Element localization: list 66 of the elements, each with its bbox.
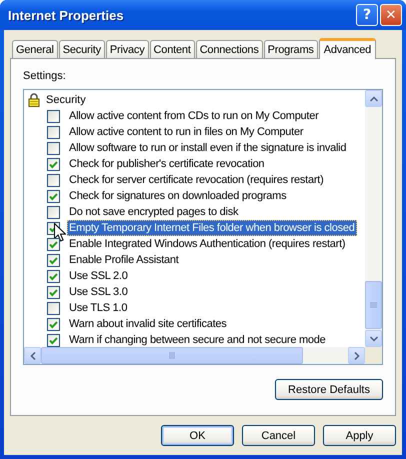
setting-label[interactable]: Warn if changing between secure and not secure mode (67, 332, 328, 347)
checkbox[interactable] (47, 302, 60, 314)
checkmark-icon (48, 334, 59, 346)
mouse-pointer-icon (54, 223, 66, 242)
lock-icon (28, 93, 40, 107)
tab[interactable]: Security (58, 40, 105, 58)
setting-label[interactable]: Warn about invalid site certificates (67, 316, 228, 332)
setting-label[interactable]: Enable Profile Assistant (67, 252, 181, 268)
grip-icon (370, 302, 377, 308)
tab[interactable]: Programs (264, 40, 318, 58)
scroll-down-button[interactable] (365, 330, 382, 347)
setting-label[interactable]: Check for server certificate revocation (requires restart) (67, 172, 326, 188)
checkmark-icon (48, 190, 59, 202)
tab[interactable]: Content (150, 40, 195, 58)
dialog-button[interactable]: Cancel (242, 425, 315, 446)
window-title: Internet Properties (8, 8, 124, 22)
checkmark-icon (48, 158, 59, 170)
checkbox[interactable] (47, 286, 60, 298)
dialog-button[interactable]: Apply (323, 425, 396, 446)
ok-button[interactable]: OK (161, 425, 234, 446)
checkbox[interactable] (47, 254, 60, 266)
scroll-left-button[interactable] (24, 347, 41, 364)
setting-label[interactable]: Use SSL 2.0 (67, 268, 130, 284)
checkbox[interactable] (47, 126, 60, 138)
setting-label[interactable]: Enable Integrated Windows Authentication (requires restart) (67, 236, 348, 252)
checkmark-icon (48, 318, 59, 330)
checkbox[interactable] (47, 174, 60, 186)
tab[interactable]: Advanced (318, 38, 376, 59)
scroll-thumb[interactable] (365, 281, 382, 329)
setting-label[interactable]: Use TLS 1.0 (67, 300, 130, 316)
checkbox[interactable] (47, 270, 60, 282)
checkmark-icon (48, 238, 59, 250)
setting-label[interactable]: Empty Temporary Internet Files folder when browser is closed (67, 220, 357, 236)
close-button[interactable]: ✕ (380, 4, 402, 26)
setting-label[interactable]: Allow software to run or install even if the signature is invalid (67, 140, 348, 156)
setting-label[interactable]: Check for signatures on downloaded programs (67, 188, 288, 204)
vertical-scrollbar[interactable] (365, 90, 382, 347)
tab[interactable]: Connections (196, 40, 263, 58)
help-button[interactable]: ? (356, 4, 378, 26)
checkmark-icon (48, 286, 59, 298)
scroll-right-button[interactable] (348, 347, 365, 364)
checkbox[interactable] (47, 158, 60, 170)
setting-label[interactable]: Check for publisher's certificate revocation (67, 156, 266, 172)
checkbox[interactable] (47, 318, 60, 330)
checkmark-icon (48, 254, 59, 266)
scroll-thumb[interactable] (41, 347, 303, 364)
checkbox[interactable] (47, 190, 60, 202)
setting-label[interactable]: Allow active content to run in files on My Computer (67, 124, 306, 140)
checkbox[interactable] (47, 206, 60, 218)
checkbox[interactable] (47, 110, 60, 122)
checkmark-icon (48, 270, 59, 282)
scroll-up-button[interactable] (365, 90, 382, 107)
category-label[interactable]: Security (46, 94, 86, 106)
restore-defaults-button[interactable]: Restore Defaults (275, 379, 383, 400)
scrollbar-corner (365, 347, 382, 364)
settings-label: Settings: (23, 69, 67, 84)
grip-icon (169, 352, 175, 359)
checkbox[interactable] (47, 142, 60, 154)
setting-label[interactable]: Use SSL 3.0 (67, 284, 130, 300)
checkbox[interactable] (47, 334, 60, 346)
setting-label[interactable]: Do not save encrypted pages to disk (67, 204, 240, 220)
horizontal-scrollbar[interactable] (24, 347, 365, 364)
checkbox[interactable] (47, 238, 60, 250)
setting-label[interactable]: Allow active content from CDs to run on My Computer (67, 108, 321, 124)
tab[interactable]: General (12, 40, 58, 58)
tab[interactable]: Privacy (106, 40, 149, 58)
